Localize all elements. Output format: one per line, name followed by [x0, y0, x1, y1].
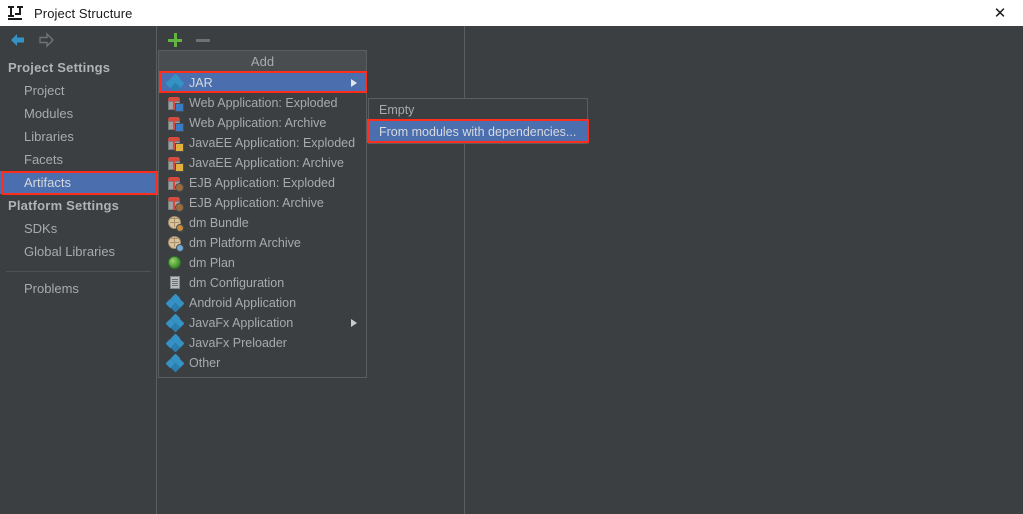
menu-item-ejb-application-archive[interactable]: EJB Application: Archive: [159, 193, 366, 213]
jar-submenu: Empty From modules with dependencies...: [368, 98, 588, 144]
gift-blue-icon: [167, 95, 184, 112]
menu-item-label: dm Platform Archive: [189, 236, 301, 250]
minus-icon[interactable]: [196, 33, 210, 47]
menu-item-ejb-application-exploded[interactable]: EJB Application: Exploded: [159, 173, 366, 193]
menu-item-label: Other: [189, 356, 221, 370]
sidebar-item-project[interactable]: Project: [0, 79, 157, 102]
diamond-cluster-icon: [165, 333, 185, 353]
sidebar-item-libraries[interactable]: Libraries: [0, 125, 157, 148]
menu-item-javaee-application-archive[interactable]: JavaEE Application: Archive: [159, 153, 366, 173]
window-titlebar: Project Structure ✕: [0, 0, 1023, 26]
menu-item-label: EJB Application: Exploded: [189, 176, 335, 190]
popup-menu-bottom-padding: [159, 373, 366, 377]
menu-item-label: Web Application: Exploded: [189, 96, 338, 110]
menu-item-dm-configuration[interactable]: dm Configuration: [159, 273, 366, 293]
menu-item-label: dm Configuration: [189, 276, 285, 290]
sidebar-item-artifacts[interactable]: Artifacts: [0, 171, 157, 194]
diamond-cluster-icon: [165, 313, 185, 333]
menu-item-dm-bundle[interactable]: dm Bundle: [159, 213, 366, 233]
sidebar-divider: [6, 271, 151, 272]
menu-item-label: EJB Application: Archive: [189, 196, 324, 210]
sidebar-group-project-settings: Project Settings: [8, 60, 111, 75]
intellij-idea-logo-icon: [8, 5, 24, 21]
popup-menu-header: Add: [159, 51, 366, 73]
menu-item-jar[interactable]: JAR: [159, 73, 366, 93]
gift-blue-icon: [167, 115, 184, 132]
submenu-item-empty[interactable]: Empty: [369, 99, 587, 121]
menu-item-label: JavaEE Application: Exploded: [189, 136, 356, 150]
add-artifact-popup-menu: Add JAR Web Application: Exploded Web Ap…: [158, 50, 367, 378]
menu-item-web-application-archive[interactable]: Web Application: Archive: [159, 113, 366, 133]
menu-item-label: Android Application: [189, 296, 297, 310]
gift-brown-icon: [167, 195, 184, 212]
menu-item-label: JavaFx Preloader: [189, 336, 287, 350]
menu-item-label: dm Plan: [189, 256, 235, 270]
sidebar-group-platform-settings: Platform Settings: [8, 198, 120, 213]
dialog-body: Project Settings Project Modules Librari…: [0, 26, 1023, 514]
menu-item-dm-plan[interactable]: dm Plan: [159, 253, 366, 273]
menu-item-dm-platform-archive[interactable]: dm Platform Archive: [159, 233, 366, 253]
menu-item-label: Web Application: Archive: [189, 116, 327, 130]
menu-item-label: dm Bundle: [189, 216, 249, 230]
diamond-cluster-icon: [165, 353, 185, 373]
sidebar-item-modules[interactable]: Modules: [0, 102, 157, 125]
menu-item-javafx-preloader[interactable]: JavaFx Preloader: [159, 333, 366, 353]
chevron-right-icon: [351, 79, 357, 87]
sidebar-item-problems[interactable]: Problems: [0, 277, 157, 300]
document-icon: [167, 275, 183, 291]
submenu-item-label: Empty: [379, 103, 415, 117]
diamond-cluster-icon: [165, 73, 185, 93]
menu-item-label: JavaFx Application: [189, 316, 294, 330]
submenu-item-label: From modules with dependencies...: [379, 125, 577, 139]
gift-brown-icon: [167, 175, 184, 192]
menu-item-label: JavaEE Application: Archive: [189, 156, 344, 170]
sphere-icon: [167, 215, 184, 232]
menu-item-javafx-application[interactable]: JavaFx Application: [159, 313, 366, 333]
menu-item-web-application-exploded[interactable]: Web Application: Exploded: [159, 93, 366, 113]
sphere-blue-icon: [167, 235, 184, 252]
arrow-right-icon[interactable]: [36, 30, 56, 50]
globe-icon: [167, 255, 183, 271]
sidebar-item-global-libraries[interactable]: Global Libraries: [0, 240, 157, 263]
menu-item-android-application[interactable]: Android Application: [159, 293, 366, 313]
gift-yellow-icon: [167, 155, 184, 172]
gift-yellow-icon: [167, 135, 184, 152]
close-icon[interactable]: ✕: [977, 0, 1023, 26]
submenu-item-from-modules-with-dependencies[interactable]: From modules with dependencies...: [369, 121, 587, 143]
diamond-cluster-icon: [165, 293, 185, 313]
menu-item-javaee-application-exploded[interactable]: JavaEE Application: Exploded: [159, 133, 366, 153]
window-title: Project Structure: [34, 5, 133, 21]
arrow-left-icon[interactable]: [8, 30, 28, 50]
menu-item-label: JAR: [189, 76, 213, 90]
sidebar-item-sdks[interactable]: SDKs: [0, 217, 157, 240]
sidebar-item-facets[interactable]: Facets: [0, 148, 157, 171]
menu-item-other[interactable]: Other: [159, 353, 366, 373]
navigation-arrows: [0, 26, 157, 54]
plus-icon[interactable]: [168, 33, 182, 47]
chevron-right-icon: [351, 319, 357, 327]
settings-sidebar: Project Settings Project Modules Librari…: [0, 26, 157, 514]
